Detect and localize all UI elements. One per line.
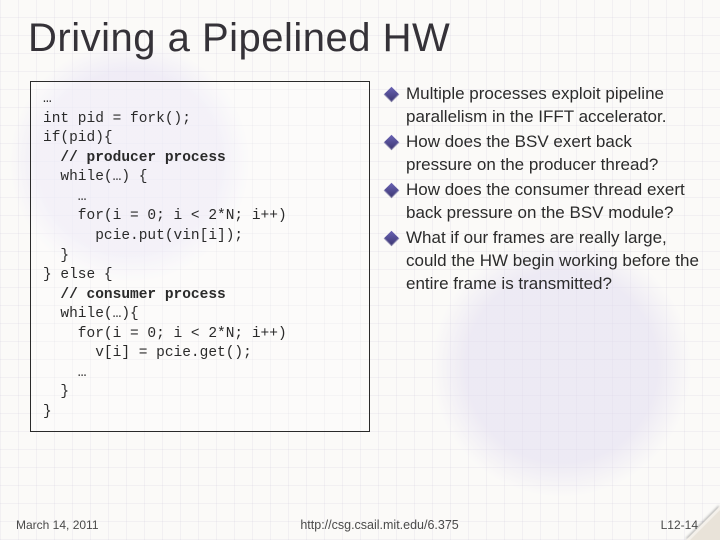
bullet-text: How does the consumer thread exert back … (406, 179, 700, 225)
diamond-bullet-icon (384, 135, 400, 151)
diamond-bullet-icon (384, 182, 400, 198)
code-line: } else { (43, 267, 113, 283)
slide-title: Driving a Pipelined HW (0, 0, 720, 73)
code-line: } (43, 384, 69, 400)
bullet-list: Multiple processes exploit pipeline para… (384, 81, 700, 432)
code-line: v[i] = pcie.get(); (43, 345, 252, 361)
bullet-item: Multiple processes exploit pipeline para… (384, 83, 700, 129)
code-line: } (43, 404, 52, 420)
code-line: // consumer process (43, 287, 226, 303)
page-curl-icon (686, 506, 720, 540)
code-block: … int pid = fork(); if(pid){ // producer… (30, 81, 370, 432)
code-line: while(…){ (43, 306, 139, 322)
code-line: for(i = 0; i < 2*N; i++) (43, 326, 287, 342)
code-line: } (43, 248, 69, 264)
code-line: … (43, 91, 52, 107)
diamond-bullet-icon (384, 87, 400, 103)
code-line: … (43, 365, 87, 381)
bullet-text: Multiple processes exploit pipeline para… (406, 83, 700, 129)
footer-date: March 14, 2011 (16, 518, 99, 532)
code-line: int pid = fork(); (43, 111, 191, 127)
bullet-item: What if our frames are really large, cou… (384, 227, 700, 296)
code-line: // producer process (43, 150, 226, 166)
code-line: … (43, 189, 87, 205)
slide-footer: March 14, 2011 http://csg.csail.mit.edu/… (0, 518, 720, 532)
bullet-item: How does the consumer thread exert back … (384, 179, 700, 225)
bullet-text: What if our frames are really large, cou… (406, 227, 700, 296)
slide-content: … int pid = fork(); if(pid){ // producer… (0, 73, 720, 432)
diamond-bullet-icon (384, 230, 400, 246)
footer-url: http://csg.csail.mit.edu/6.375 (99, 518, 661, 532)
code-line: while(…) { (43, 169, 147, 185)
code-line: pcie.put(vin[i]); (43, 228, 243, 244)
code-line: if(pid){ (43, 130, 113, 146)
bullet-item: How does the BSV exert back pressure on … (384, 131, 700, 177)
bullet-text: How does the BSV exert back pressure on … (406, 131, 700, 177)
code-line: for(i = 0; i < 2*N; i++) (43, 208, 287, 224)
